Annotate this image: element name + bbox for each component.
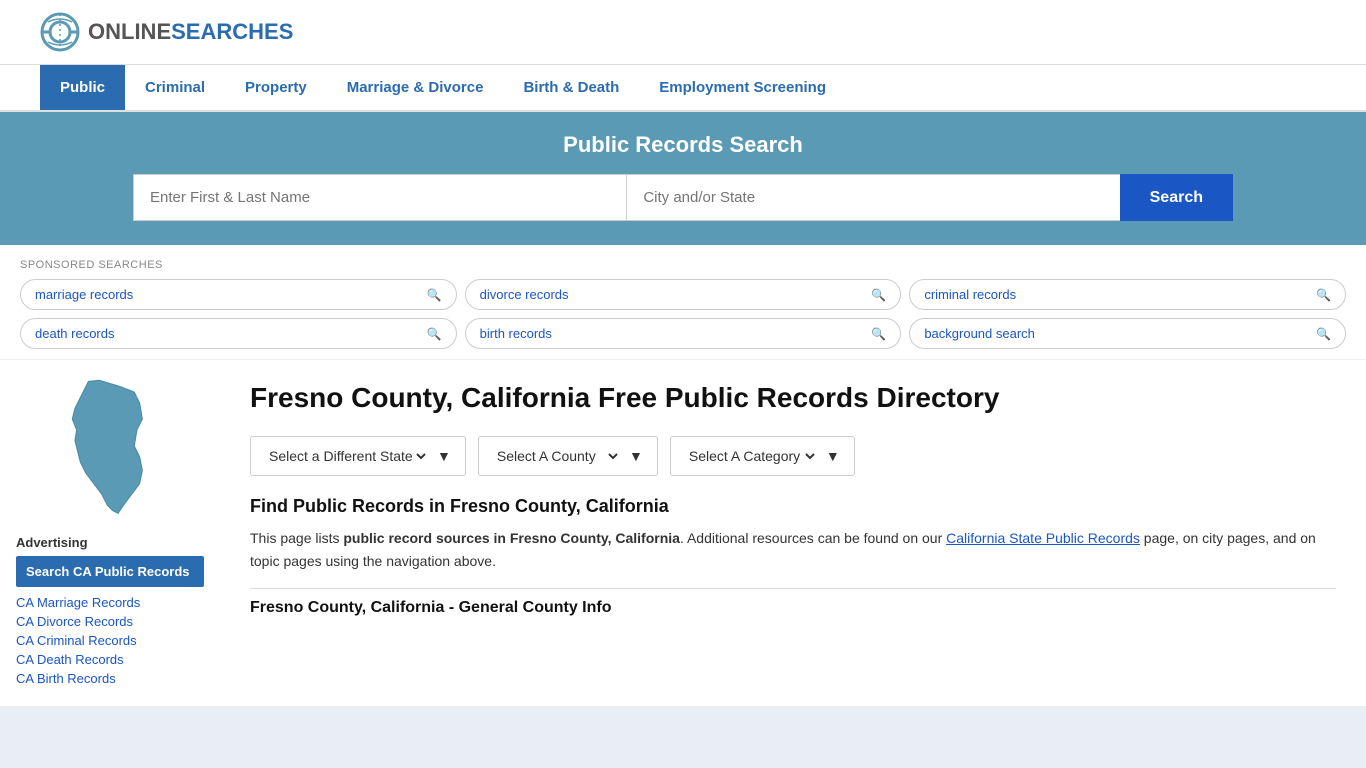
find-description: This page lists public record sources in… bbox=[250, 527, 1336, 572]
ad-button[interactable]: Search CA Public Records bbox=[16, 556, 204, 587]
category-dropdown[interactable]: Select A Category ▼ bbox=[670, 436, 855, 476]
sponsored-tag-background-text: background search bbox=[924, 326, 1035, 341]
sponsored-tag-criminal-text: criminal records bbox=[924, 287, 1016, 302]
banner-title: Public Records Search bbox=[40, 132, 1326, 158]
california-records-link[interactable]: California State Public Records bbox=[946, 530, 1140, 546]
state-dropdown[interactable]: Select a Different State ▼ bbox=[250, 436, 466, 476]
nav-item-property[interactable]: Property bbox=[225, 65, 327, 110]
sponsored-tag-criminal[interactable]: criminal records 🔍 bbox=[909, 279, 1346, 310]
nav-link-public[interactable]: Public bbox=[40, 65, 125, 110]
logo-text: ONLINESEARCHES bbox=[88, 19, 293, 45]
main-nav: Public Criminal Property Marriage & Divo… bbox=[0, 65, 1366, 112]
content-body: Fresno County, California Free Public Re… bbox=[220, 360, 1366, 706]
county-info-title: Fresno County, California - General Coun… bbox=[250, 588, 1336, 617]
nav-link-criminal[interactable]: Criminal bbox=[125, 65, 225, 110]
sponsored-section: SPONSORED SEARCHES marriage records 🔍 di… bbox=[0, 245, 1366, 360]
sponsored-tag-marriage-text: marriage records bbox=[35, 287, 133, 302]
category-select[interactable]: Select A Category bbox=[685, 447, 818, 465]
sponsored-tag-birth[interactable]: birth records 🔍 bbox=[465, 318, 902, 349]
nav-link-property[interactable]: Property bbox=[225, 65, 327, 110]
search-icon-marriage: 🔍 bbox=[427, 288, 442, 302]
logo-icon bbox=[40, 12, 80, 52]
county-dropdown[interactable]: Select A County ▼ bbox=[478, 436, 658, 476]
sponsored-label: SPONSORED SEARCHES bbox=[20, 259, 1346, 271]
sponsored-tag-divorce-text: divorce records bbox=[480, 287, 569, 302]
logo[interactable]: ONLINESEARCHES bbox=[40, 12, 293, 52]
search-icon-background: 🔍 bbox=[1316, 327, 1331, 341]
sidebar-link-criminal[interactable]: CA Criminal Records bbox=[16, 633, 204, 648]
nav-item-public[interactable]: Public bbox=[40, 65, 125, 110]
nav-item-birth[interactable]: Birth & Death bbox=[503, 65, 639, 110]
search-icon-criminal: 🔍 bbox=[1316, 288, 1331, 302]
find-title: Find Public Records in Fresno County, Ca… bbox=[250, 496, 1336, 517]
nav-link-employment[interactable]: Employment Screening bbox=[639, 65, 846, 110]
nav-link-birth[interactable]: Birth & Death bbox=[503, 65, 639, 110]
nav-link-marriage[interactable]: Marriage & Divorce bbox=[327, 65, 504, 110]
sponsored-tag-divorce[interactable]: divorce records 🔍 bbox=[465, 279, 902, 310]
state-map bbox=[16, 376, 204, 519]
sponsored-tag-birth-text: birth records bbox=[480, 326, 552, 341]
site-header: ONLINESEARCHES bbox=[0, 0, 1366, 65]
dropdowns-row: Select a Different State ▼ Select A Coun… bbox=[250, 436, 1336, 476]
location-input[interactable] bbox=[626, 174, 1119, 221]
content-area: Advertising Search CA Public Records CA … bbox=[0, 360, 1366, 706]
county-select[interactable]: Select A County bbox=[493, 447, 621, 465]
search-icon-death: 🔍 bbox=[427, 327, 442, 341]
page-title: Fresno County, California Free Public Re… bbox=[250, 380, 1336, 416]
chevron-down-icon-county: ▼ bbox=[629, 448, 643, 464]
sidebar-link-death[interactable]: CA Death Records bbox=[16, 652, 204, 667]
main-wrapper: SPONSORED SEARCHES marriage records 🔍 di… bbox=[0, 245, 1366, 706]
find-section: Find Public Records in Fresno County, Ca… bbox=[250, 496, 1336, 617]
nav-item-employment[interactable]: Employment Screening bbox=[639, 65, 846, 110]
advertising-label: Advertising bbox=[16, 535, 204, 550]
search-icon-divorce: 🔍 bbox=[871, 288, 886, 302]
search-button[interactable]: Search bbox=[1120, 174, 1233, 221]
sponsored-grid: marriage records 🔍 divorce records 🔍 cri… bbox=[20, 279, 1346, 349]
sponsored-tag-death[interactable]: death records 🔍 bbox=[20, 318, 457, 349]
chevron-down-icon: ▼ bbox=[437, 448, 451, 464]
name-input[interactable] bbox=[133, 174, 626, 221]
sponsored-tag-death-text: death records bbox=[35, 326, 115, 341]
nav-item-criminal[interactable]: Criminal bbox=[125, 65, 225, 110]
sidebar-link-marriage[interactable]: CA Marriage Records bbox=[16, 595, 204, 610]
state-select[interactable]: Select a Different State bbox=[265, 447, 429, 465]
sidebar-link-birth[interactable]: CA Birth Records bbox=[16, 671, 204, 686]
sponsored-tag-background[interactable]: background search 🔍 bbox=[909, 318, 1346, 349]
sponsored-tag-marriage[interactable]: marriage records 🔍 bbox=[20, 279, 457, 310]
search-form: Search bbox=[133, 174, 1233, 221]
search-icon-birth: 🔍 bbox=[871, 327, 886, 341]
california-map-svg bbox=[50, 376, 170, 516]
sidebar: Advertising Search CA Public Records CA … bbox=[0, 360, 220, 706]
chevron-down-icon-category: ▼ bbox=[826, 448, 840, 464]
search-banner: Public Records Search Search bbox=[0, 112, 1366, 245]
nav-item-marriage[interactable]: Marriage & Divorce bbox=[327, 65, 504, 110]
sidebar-link-divorce[interactable]: CA Divorce Records bbox=[16, 614, 204, 629]
